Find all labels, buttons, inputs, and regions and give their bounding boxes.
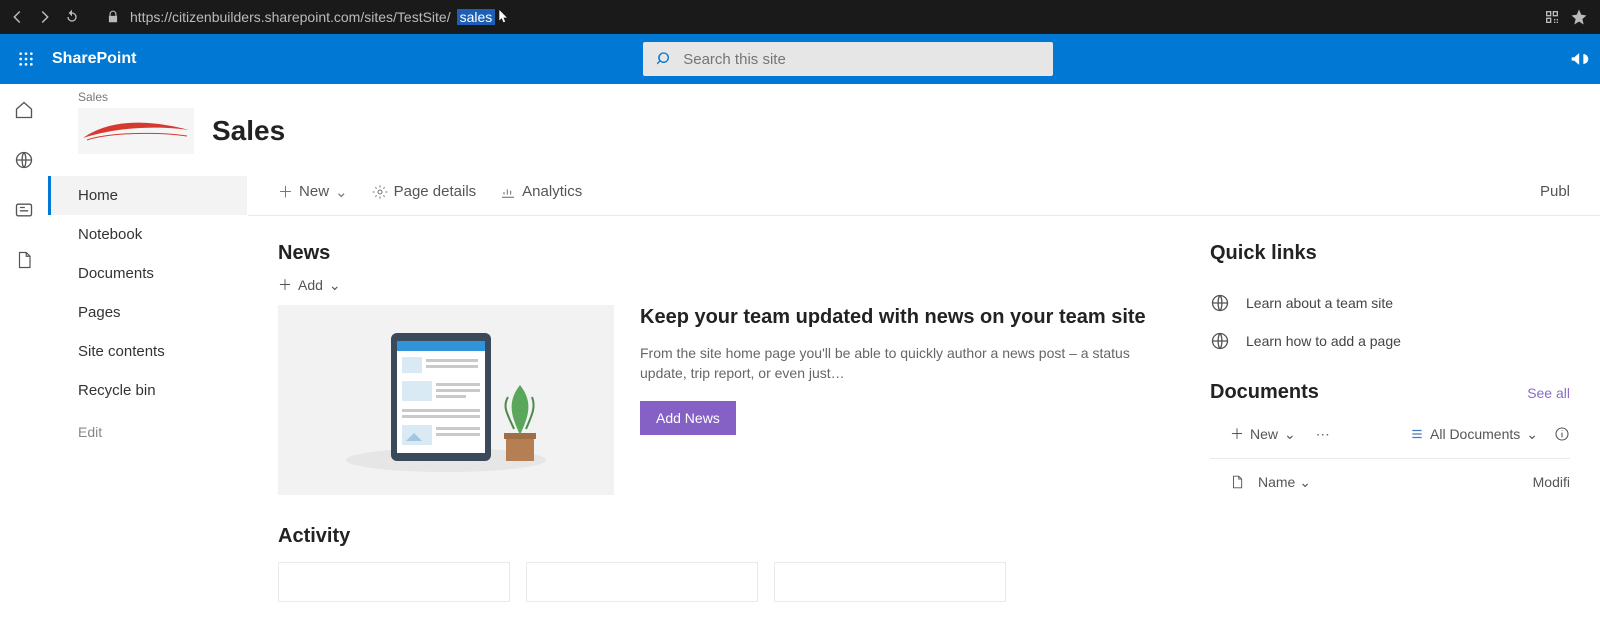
publish-button[interactable]: Publ — [1540, 183, 1570, 200]
globe-icon — [1210, 293, 1232, 313]
news-add-label: Add — [298, 277, 323, 293]
gear-icon — [372, 184, 388, 200]
address-bar[interactable]: https://citizenbuilders.sharepoint.com/s… — [130, 9, 1534, 25]
app-launcher-icon[interactable] — [10, 43, 42, 75]
nav-notebook[interactable]: Notebook — [48, 215, 247, 254]
megaphone-icon[interactable] — [1570, 49, 1590, 69]
activity-section-title: Activity — [278, 525, 1150, 548]
app-title[interactable]: SharePoint — [52, 50, 136, 68]
command-bar: ＋ New ⌄ Page details Analy — [248, 168, 1600, 216]
nav-pages[interactable]: Pages — [48, 293, 247, 332]
lock-icon — [106, 10, 120, 24]
column-modified[interactable]: Modifi — [1533, 474, 1570, 490]
nav-home[interactable]: Home — [48, 176, 247, 215]
quicklink-add-page[interactable]: Learn how to add a page — [1210, 331, 1570, 351]
chevron-down-icon: ⌄ — [1526, 426, 1538, 443]
plus-icon: ＋ — [278, 181, 293, 202]
nav-documents[interactable]: Documents — [48, 254, 247, 293]
reload-icon[interactable] — [64, 9, 80, 25]
site-header: Sales Sales — [48, 84, 1600, 168]
info-icon[interactable] — [1554, 426, 1570, 442]
new-button[interactable]: ＋ New ⌄ — [278, 181, 348, 202]
site-navigation: Home Notebook Documents Pages Site conte… — [48, 168, 248, 628]
site-title: Sales — [212, 115, 285, 147]
quicklink-label: Learn how to add a page — [1246, 333, 1401, 349]
documents-new-button[interactable]: ＋ New ⌄ — [1230, 424, 1296, 444]
documents-section-title: Documents — [1210, 381, 1319, 404]
list-icon — [1410, 427, 1424, 441]
documents-view-switcher[interactable]: All Documents ⌄ — [1410, 426, 1538, 443]
activity-card[interactable] — [278, 562, 510, 602]
chevron-down-icon: ⌄ — [329, 277, 341, 294]
qr-icon[interactable] — [1544, 9, 1560, 25]
site-breadcrumb[interactable]: Sales — [78, 90, 285, 104]
documents-view-label: All Documents — [1430, 426, 1520, 442]
search-input[interactable] — [683, 51, 1039, 68]
globe-icon[interactable] — [14, 150, 34, 170]
add-news-button[interactable]: Add News — [640, 401, 736, 435]
page-details-button[interactable]: Page details — [372, 183, 477, 200]
nav-site-contents[interactable]: Site contents — [48, 332, 247, 371]
nav-recycle-bin[interactable]: Recycle bin — [48, 371, 247, 410]
search-box[interactable] — [643, 42, 1053, 76]
news-headline: Keep your team updated with news on your… — [640, 305, 1150, 330]
plus-icon: ＋ — [1230, 424, 1244, 444]
news-description: From the site home page you'll be able t… — [640, 344, 1150, 383]
activity-card[interactable] — [526, 562, 758, 602]
browser-chrome: https://citizenbuilders.sharepoint.com/s… — [0, 0, 1600, 34]
site-logo[interactable] — [78, 108, 194, 154]
analytics-icon — [500, 184, 516, 200]
quicklink-label: Learn about a team site — [1246, 295, 1393, 311]
analytics-button[interactable]: Analytics — [500, 183, 582, 200]
news-section-title: News — [278, 242, 1150, 265]
chevron-down-icon: ⌄ — [1299, 474, 1311, 490]
column-name[interactable]: Name ⌄ — [1258, 474, 1311, 491]
bookmark-star-icon[interactable] — [1570, 8, 1588, 26]
sharepoint-header: SharePoint — [0, 34, 1600, 84]
documents-see-all-link[interactable]: See all — [1527, 385, 1570, 401]
globe-icon — [1210, 331, 1232, 351]
new-label: New — [299, 183, 329, 200]
nav-edit-link[interactable]: Edit — [48, 410, 247, 454]
quicklinks-section-title: Quick links — [1210, 242, 1570, 265]
documents-more-icon[interactable]: ⋯ — [1316, 426, 1330, 443]
forward-icon[interactable] — [36, 8, 54, 26]
news-illustration — [278, 305, 614, 495]
cursor-icon — [499, 10, 509, 24]
url-selection: sales — [457, 9, 496, 25]
news-add-button[interactable]: ＋ Add ⌄ — [278, 275, 1150, 295]
left-app-rail — [0, 84, 48, 626]
news-icon[interactable] — [14, 200, 34, 220]
search-icon — [657, 51, 673, 67]
url-prefix: https://citizenbuilders.sharepoint.com/s… — [130, 9, 451, 25]
documents-command-bar: ＋ New ⌄ ⋯ All Documents — [1210, 418, 1570, 459]
chevron-down-icon: ⌄ — [335, 183, 348, 201]
activity-card[interactable] — [774, 562, 1006, 602]
file-icon — [1230, 473, 1244, 491]
back-icon[interactable] — [8, 8, 26, 26]
home-icon[interactable] — [14, 100, 34, 120]
files-icon[interactable] — [15, 250, 33, 270]
quicklink-learn-team-site[interactable]: Learn about a team site — [1210, 293, 1570, 313]
documents-column-header: Name ⌄ Modifi — [1210, 459, 1570, 491]
analytics-label: Analytics — [522, 183, 582, 200]
documents-new-label: New — [1250, 426, 1278, 442]
chevron-down-icon: ⌄ — [1284, 426, 1296, 443]
page-details-label: Page details — [394, 183, 477, 200]
plus-icon: ＋ — [278, 275, 292, 295]
